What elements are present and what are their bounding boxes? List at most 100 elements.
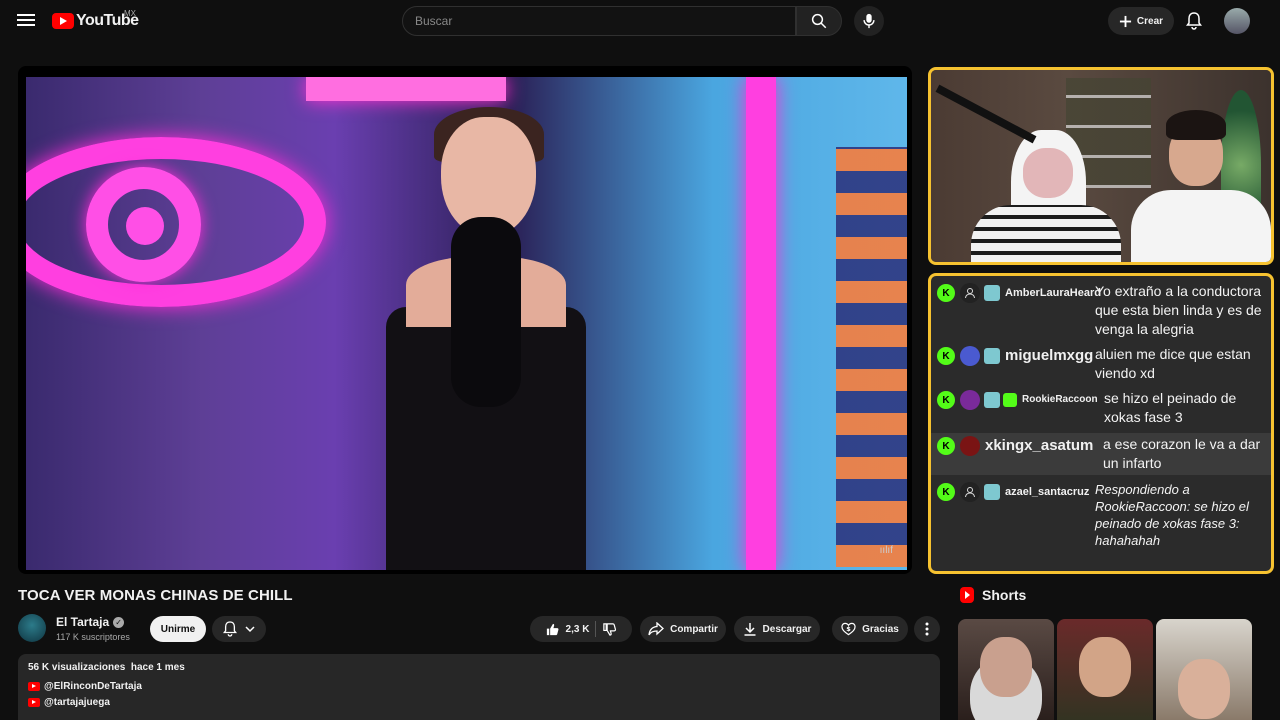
notifications-button[interactable] (1184, 10, 1204, 32)
chat-username: AmberLauraHeard (1005, 287, 1101, 299)
video-title: TOCA VER MONAS CHINAS DE CHILL (18, 587, 293, 604)
bell-icon (223, 621, 237, 637)
chat-message: K AmberLauraHeard Yo extraño a la conduc… (937, 282, 1265, 339)
channel-link[interactable]: @tartajajuega (28, 697, 930, 708)
menu-icon[interactable] (16, 11, 36, 31)
chat-username: miguelmxgg (1005, 347, 1094, 364)
subscriber-badge-icon (984, 484, 1000, 500)
like-count[interactable]: 2,3 K (566, 624, 590, 635)
kick-icon: K (937, 483, 955, 501)
subscriber-badge-icon (984, 392, 1000, 408)
search-input[interactable] (403, 7, 795, 35)
description-box[interactable]: 56 K visualizaciones hace 1 mes @ElRinco… (18, 654, 940, 720)
share-button[interactable]: Compartir (640, 616, 726, 642)
chat-username: xkingx_asatum (985, 437, 1094, 454)
microphone-icon (863, 13, 875, 29)
shorts-heading: Shorts (960, 587, 1026, 603)
top-bar: YouTube MX Crear (0, 0, 1280, 42)
search-icon (811, 13, 827, 29)
chat-text: Respondiendo a RookieRaccoon: se hizo el… (1095, 482, 1249, 548)
kick-icon: K (937, 437, 955, 455)
subscriber-badge-icon (984, 348, 1000, 364)
chat-text: Yo extraño a la conductora que esta bien… (1095, 283, 1262, 337)
streamer-right (1126, 110, 1271, 262)
channel-name[interactable]: El Tartaja (56, 615, 109, 629)
short-thumbnail[interactable] (1156, 619, 1252, 720)
upload-date: hace 1 mes (130, 662, 185, 673)
divider (595, 621, 597, 637)
performer (356, 107, 586, 570)
thanks-label: Gracias (862, 623, 899, 635)
voice-search-button[interactable] (854, 6, 884, 36)
channel-link[interactable]: @ElRinconDeTartaja (28, 681, 930, 692)
streamer-left (971, 130, 1121, 262)
view-count: 56 K visualizaciones (28, 662, 126, 673)
video-player[interactable]: ıılıf (18, 66, 912, 574)
thumbs-up-icon[interactable] (545, 622, 560, 637)
short-thumbnail[interactable] (1057, 619, 1153, 720)
chat-text: a ese corazon le va a dar un infarto (1103, 436, 1261, 471)
join-button[interactable]: Unirme (150, 616, 206, 642)
thanks-button[interactable]: $ Gracias (832, 616, 908, 642)
gift-badge-icon (1003, 393, 1017, 407)
create-button[interactable]: Crear (1108, 7, 1174, 35)
search-button[interactable] (796, 6, 842, 36)
kick-icon: K (937, 391, 955, 409)
description-stats: 56 K visualizaciones hace 1 mes (28, 662, 930, 673)
chevron-down-icon (245, 626, 255, 633)
chat-username: azael_santacruz (1005, 486, 1090, 498)
chat-text: aluien me dice que estan viendo xd (1095, 346, 1251, 381)
chat-message: K miguelmxgg aluien me dice que estan vi… (937, 345, 1265, 383)
youtube-icon (28, 698, 40, 707)
shorts-title: Shorts (982, 587, 1027, 603)
short-thumbnail[interactable] (958, 619, 1054, 720)
youtube-icon (28, 682, 40, 691)
channel-avatar[interactable] (18, 614, 46, 642)
chat-message: K xkingx_asatum a ese corazon le va a da… (931, 433, 1271, 475)
bell-icon (1186, 12, 1202, 30)
account-avatar[interactable] (1224, 8, 1250, 34)
kick-icon: K (937, 284, 955, 302)
channel-link-label[interactable]: @ElRinconDeTartaja (44, 681, 142, 692)
user-avatar-icon (960, 436, 980, 456)
user-avatar-icon (960, 390, 980, 410)
channel-link-label[interactable]: @tartajajuega (44, 697, 110, 708)
user-icon (960, 482, 980, 502)
chat-username: RookieRaccoon (1022, 394, 1098, 405)
user-icon (960, 283, 980, 303)
user-avatar-icon (960, 346, 980, 366)
share-label: Compartir (670, 623, 718, 635)
heart-dollar-icon: $ (841, 622, 856, 636)
chat-message: K RookieRaccoon se hizo el peinado de xo… (937, 389, 1265, 427)
chat-message: K azael_santacruz Respondiendo a RookieR… (937, 481, 1265, 549)
download-icon (744, 623, 756, 636)
streamer-camera (928, 67, 1274, 265)
youtube-play-icon (52, 13, 74, 29)
more-actions-button[interactable] (914, 616, 940, 642)
search-box (402, 6, 796, 36)
video-content[interactable]: ıılıf (26, 77, 907, 570)
svg-text:$: $ (846, 625, 851, 633)
subscriber-count: 117 K suscriptores (56, 632, 130, 642)
subscription-bell-button[interactable] (212, 616, 266, 642)
neon-sign-top (306, 77, 506, 101)
kick-icon: K (937, 347, 955, 365)
share-icon (648, 622, 665, 636)
like-dislike-group: 2,3 K (530, 616, 632, 642)
plus-icon (1119, 15, 1131, 27)
more-icon (925, 622, 929, 636)
video-watermark: ıılıf (879, 545, 893, 556)
kick-chat-overlay: K AmberLauraHeard Yo extraño a la conduc… (928, 273, 1274, 574)
download-button[interactable]: Descargar (734, 616, 820, 642)
verified-icon: ✓ (113, 616, 125, 628)
pixel-pattern (836, 147, 907, 567)
channel-name-row[interactable]: El Tartaja ✓ (56, 615, 125, 629)
create-label: Crear (1136, 15, 1164, 27)
neon-eye-pupil (126, 207, 164, 245)
chat-text: se hizo el peinado de xokas fase 3 (1104, 390, 1237, 425)
thumbs-down-icon[interactable] (602, 622, 617, 637)
country-code: MX (124, 9, 136, 18)
neon-pillar (746, 77, 776, 570)
subscriber-badge-icon (984, 285, 1000, 301)
download-label: Descargar (762, 623, 812, 635)
